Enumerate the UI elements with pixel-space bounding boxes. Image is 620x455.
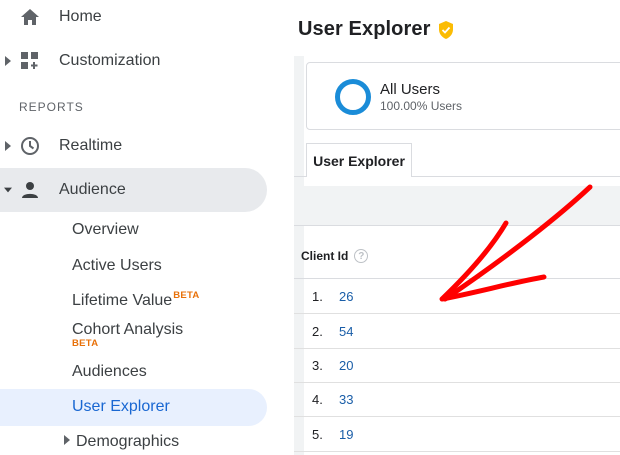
column-header-client-id[interactable]: Client Id ? [301,249,369,263]
segment-name: All Users [380,81,441,98]
nav-audience[interactable]: Audience [0,170,267,210]
row-index: 5. [312,427,323,442]
row-index: 2. [312,324,323,339]
nav-home-label: Home [59,8,102,25]
nav-demographics-label: Demographics [76,433,180,450]
clock-icon [19,135,41,157]
home-icon [19,6,41,28]
row-index: 1. [312,289,323,304]
table-row: 4. 33 [294,382,620,417]
chevron-right-icon[interactable] [4,141,12,151]
chevron-down-icon[interactable] [4,185,12,195]
client-id-link[interactable]: 33 [339,392,353,407]
reports-heading: REPORTS [19,100,84,114]
nav-user-explorer[interactable]: User Explorer [72,398,170,416]
nav-realtime[interactable]: Realtime [0,126,280,166]
beta-badge: BETA [72,338,99,349]
row-index: 4. [312,392,323,407]
chevron-right-icon [64,435,70,446]
nav-customization-label: Customization [59,52,161,69]
nav-lifetime-value[interactable]: Lifetime ValueBETA [72,290,200,310]
tab-user-explorer[interactable]: User Explorer [306,143,412,177]
nav-audiences[interactable]: Audiences [72,363,147,381]
nav-customization[interactable]: Customization [0,41,280,81]
nav-demographics[interactable]: Demographics [64,433,179,451]
segment-percent: 100.00% Users [380,99,463,113]
client-id-link[interactable]: 20 [339,358,353,373]
nav-cohort-analysis[interactable]: Cohort Analysis BETA [72,321,183,349]
table-row: 3. 20 [294,348,620,383]
table-row: 2. 54 [294,314,620,349]
segment-ring-icon [335,79,371,115]
verified-badge-icon [439,20,454,39]
nav-active-users[interactable]: Active Users [72,257,162,275]
person-icon [19,179,41,201]
nav-overview[interactable]: Overview [72,221,139,239]
page-title: User Explorer [298,18,431,40]
client-id-link[interactable]: 26 [339,289,353,304]
table-row: 5. 19 [294,417,620,452]
table-row: 1. 26 [294,279,620,314]
nav-realtime-label: Realtime [59,137,123,154]
nav-audience-label: Audience [59,181,126,198]
chevron-right-icon[interactable] [4,56,12,66]
table-toolbar [294,186,620,226]
client-id-link[interactable]: 54 [339,324,353,339]
row-index: 3. [312,358,323,373]
client-id-link[interactable]: 19 [339,427,353,442]
beta-badge: BETA [173,290,200,301]
segment-card[interactable]: All Users 100.00% Users [306,62,620,130]
column-header-label: Client Id [301,249,349,263]
page-header: User Explorer [298,18,454,41]
sidebar: Home Customization REPORTS Realtime Audi… [0,0,280,455]
nav-cohort-analysis-label: Cohort Analysis [72,321,184,338]
nav-lifetime-value-label: Lifetime Value [72,292,173,309]
dashboard-customize-icon [19,50,41,72]
nav-home[interactable]: Home [0,0,280,37]
help-icon[interactable]: ? [354,249,369,263]
